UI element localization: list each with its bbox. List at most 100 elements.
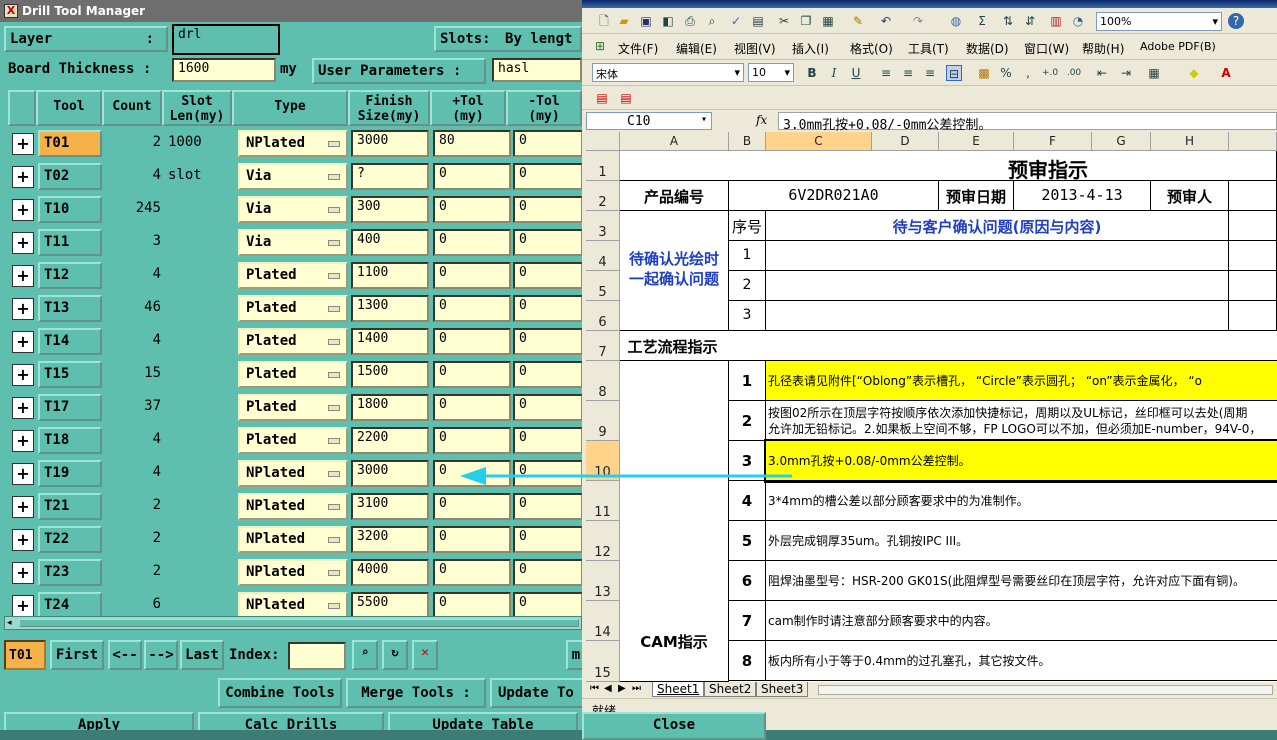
align-right-icon[interactable]: ≡ <box>922 65 938 81</box>
instruction-text-cell[interactable]: 3.0mm孔按+0.08/-0mm公差控制。 <box>764 439 1277 483</box>
undo-icon[interactable]: ↶ <box>878 13 894 29</box>
merge-center-icon[interactable]: ⊟ <box>946 65 962 81</box>
cell-h3[interactable] <box>1229 211 1277 241</box>
finish-size-input[interactable]: 4000 <box>351 559 429 586</box>
plus-tol-input[interactable]: 0 <box>433 427 511 454</box>
tool-id-button[interactable]: T18 <box>38 427 102 454</box>
select-all-corner[interactable] <box>586 132 620 151</box>
menu-item[interactable]: 视图(V) <box>734 40 776 57</box>
product-number-label[interactable]: 产品编号 <box>620 181 729 211</box>
plus-tol-input[interactable]: 0 <box>433 592 511 619</box>
minus-tol-input[interactable]: 0 <box>513 394 582 421</box>
formula-input[interactable]: 3.0mm孔按+0.08/-0mm公差控制。 <box>778 112 1277 133</box>
row-header[interactable]: 2 <box>586 181 620 211</box>
confirm-extra-cell[interactable] <box>1229 241 1277 271</box>
instruction-number[interactable]: 2 <box>729 401 766 441</box>
first-button[interactable]: First <box>50 640 104 670</box>
reviewer-label[interactable]: 预审人 <box>1151 181 1229 211</box>
sheet-tab[interactable]: Sheet2 <box>704 682 757 697</box>
format-painter-icon[interactable]: ✎ <box>850 13 866 29</box>
row-header[interactable]: 3 <box>586 211 620 241</box>
column-header[interactable]: A <box>620 132 729 151</box>
expand-plus-icon[interactable]: + <box>12 199 34 221</box>
minus-tol-input[interactable]: 0 <box>513 559 582 586</box>
row-header[interactable]: 11 <box>586 481 620 521</box>
instruction-number[interactable]: 1 <box>729 361 766 401</box>
instruction-text-cell[interactable]: cam制作时请注意部分顾客要求中的内容。 <box>766 601 1277 641</box>
cam-instructions-label[interactable]: CAM指示 <box>620 361 729 682</box>
sheet-tab[interactable]: Sheet1 <box>652 682 705 697</box>
process-flow-label[interactable]: 工艺流程指示 <box>620 331 1277 361</box>
finish-size-input[interactable]: 3100 <box>351 493 429 520</box>
align-left-icon[interactable]: ≡ <box>878 65 894 81</box>
review-date-label[interactable]: 预审日期 <box>939 181 1014 211</box>
confirm-seq[interactable]: 1 <box>729 241 766 271</box>
row-header[interactable]: 4 <box>586 241 620 271</box>
redo-icon[interactable]: ↷ <box>910 13 926 29</box>
instruction-number[interactable]: 4 <box>729 481 766 521</box>
layer-button[interactable]: Layer : <box>4 26 168 52</box>
minus-tol-input[interactable]: 0 <box>513 196 582 223</box>
x-app-icon[interactable]: X <box>4 4 18 18</box>
font-name-dropdown[interactable]: 宋体 ▾ <box>592 63 744 82</box>
print-icon[interactable]: ⎙ <box>682 13 698 29</box>
expand-plus-icon[interactable]: + <box>12 133 34 155</box>
row-header[interactable]: 1 <box>586 151 620 181</box>
tool-id-button[interactable]: T14 <box>38 328 102 355</box>
finish-size-input[interactable]: ? <box>351 163 429 190</box>
expand-plus-icon[interactable]: + <box>12 562 34 584</box>
tool-type-select[interactable]: Plated <box>238 427 348 454</box>
expand-plus-icon[interactable]: + <box>12 298 34 320</box>
research-icon[interactable]: ▤ <box>750 13 766 29</box>
confirm-issue-cell[interactable] <box>766 301 1229 331</box>
borders-icon[interactable]: ▦ <box>1146 65 1162 81</box>
row-header[interactable]: 13 <box>586 561 620 601</box>
instruction-number[interactable]: 6 <box>729 561 766 601</box>
close-button[interactable]: Close <box>582 712 766 740</box>
percent-icon[interactable]: % <box>998 65 1014 81</box>
confirm-extra-cell[interactable] <box>1229 271 1277 301</box>
hyperlink-icon[interactable]: ◍ <box>948 13 964 29</box>
tool-type-select[interactable]: Plated <box>238 328 348 355</box>
finish-size-input[interactable]: 1300 <box>351 295 429 322</box>
reviewer-value[interactable] <box>1229 181 1277 211</box>
zoom-dropdown[interactable]: 100% ▾ <box>1096 12 1222 31</box>
minus-tol-input[interactable]: 0 <box>513 427 582 454</box>
menu-item[interactable]: 格式(O) <box>850 40 893 57</box>
plus-tol-input[interactable]: 0 <box>433 559 511 586</box>
expand-plus-icon[interactable]: + <box>12 430 34 452</box>
plus-tol-input[interactable]: 0 <box>433 328 511 355</box>
instruction-number[interactable]: 8 <box>729 641 766 681</box>
instruction-text-cell[interactable]: 阻焊油墨型号：HSR-200 GK01S(此阻焊型号需要丝印在顶层字符，允许对应… <box>766 561 1277 601</box>
row-header[interactable]: 10 <box>586 441 620 481</box>
last-sheet-icon[interactable]: ⏭ <box>632 683 641 694</box>
expand-plus-icon[interactable]: + <box>12 166 34 188</box>
align-center-icon[interactable]: ≡ <box>900 65 916 81</box>
tool-id-button[interactable]: T10 <box>38 196 102 223</box>
minus-tol-input[interactable]: 0 <box>513 295 582 322</box>
tool-type-select[interactable]: Via <box>238 196 348 223</box>
expand-plus-icon[interactable]: + <box>12 496 34 518</box>
confirm-issue-cell[interactable] <box>766 241 1229 271</box>
instruction-number[interactable]: 3 <box>729 441 766 481</box>
tool-type-select[interactable]: Via <box>238 229 348 256</box>
plus-tol-input[interactable]: 0 <box>433 493 511 520</box>
minus-tol-input[interactable]: 0 <box>513 163 582 190</box>
tool-type-select[interactable]: Plated <box>238 262 348 289</box>
sheet-horizontal-scrollbar[interactable] <box>818 685 1273 695</box>
minus-tol-input[interactable]: 0 <box>513 526 582 553</box>
tool-id-button[interactable]: T11 <box>38 229 102 256</box>
more-button[interactable]: m <box>566 640 582 670</box>
sheet-title[interactable]: 预审指示 <box>620 151 1277 181</box>
menu-item[interactable]: 文件(F) <box>618 40 658 57</box>
print-preview-icon[interactable]: ⌕ <box>704 13 720 29</box>
name-box[interactable]: C10 ▾ <box>586 112 712 130</box>
refresh-icon[interactable]: ↻ <box>382 640 408 670</box>
sort-ascending-icon[interactable]: ⇅ <box>1000 13 1016 29</box>
autosum-icon[interactable]: Σ <box>974 13 990 29</box>
tool-id-button[interactable]: T12 <box>38 262 102 289</box>
plus-tol-input[interactable]: 80 <box>433 130 511 157</box>
increase-indent-icon[interactable]: ⇥ <box>1118 65 1134 81</box>
tool-id-button[interactable]: T13 <box>38 295 102 322</box>
pdf-email-icon[interactable]: ▤ <box>618 90 634 106</box>
